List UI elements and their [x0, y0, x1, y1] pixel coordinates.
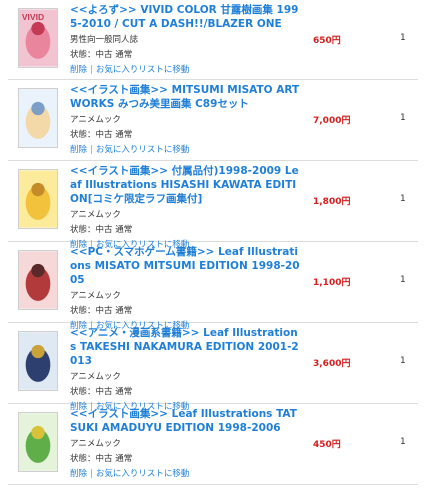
move-to-favorites-link[interactable]: お気に入りリストに移動	[96, 145, 190, 155]
item-price: 3,600円	[313, 359, 351, 369]
cover-art	[19, 332, 57, 390]
product-title-link[interactable]: <<よろず>> VIVID COLOR 甘露樹画集 1995-2010 / CU…	[70, 3, 300, 31]
product-category: アニメムック	[70, 372, 121, 382]
product-condition: 状態：中古 通常	[70, 50, 133, 60]
product-title-link[interactable]: <<PC・スマホゲーム書籍>> Leaf Illustrations MISAT…	[70, 245, 300, 287]
item-actions: 削除 | お気に入りリストに移動	[70, 145, 300, 156]
product-title-link[interactable]: <<アニメ・漫画系書籍>> Leaf Illustrations TAKESHI…	[70, 326, 300, 368]
item-info: <<アニメ・漫画系書籍>> Leaf Illustrations TAKESHI…	[70, 326, 300, 413]
action-separator: |	[90, 65, 93, 75]
cover-art	[19, 170, 57, 228]
product-title-link[interactable]: <<イラスト画集>> MITSUMI MISATO ART WORKS みつみ美…	[70, 83, 300, 111]
item-quantity: 1	[400, 437, 406, 447]
cart-item-row: <<イラスト画集>> 付属品付)1998-2009 Leaf Illustrat…	[8, 161, 418, 250]
cover-art	[19, 413, 57, 471]
cover-art	[19, 89, 57, 147]
cover-art	[19, 251, 57, 309]
product-thumbnail[interactable]	[18, 250, 58, 310]
item-price: 450円	[313, 440, 341, 450]
product-category: アニメムック	[70, 291, 121, 301]
product-category: 男性向一般同人誌	[70, 35, 139, 45]
item-price: 1,100円	[313, 278, 351, 288]
item-price: 1,800円	[313, 197, 351, 207]
action-separator: |	[90, 469, 93, 479]
delete-link[interactable]: 削除	[70, 65, 87, 75]
product-condition: 状態：中古 通常	[70, 130, 133, 140]
item-price: 7,000円	[313, 116, 351, 126]
cart-item-row: <<PC・スマホゲーム書籍>> Leaf Illustrations MISAT…	[8, 242, 418, 331]
item-quantity: 1	[400, 194, 406, 204]
cart-item-row: <<イラスト画集>> Leaf Illustrations TATSUKI AM…	[8, 404, 418, 485]
product-category: アニメムック	[70, 115, 121, 125]
product-condition: 状態：中古 通常	[70, 306, 133, 316]
item-quantity: 1	[400, 33, 406, 43]
cart-item-row: VIVID <<よろず>> VIVID COLOR 甘露樹画集 1995-201…	[8, 0, 418, 80]
cart-item-list: VIVID <<よろず>> VIVID COLOR 甘露樹画集 1995-201…	[0, 0, 424, 492]
product-condition: 状態：中古 通常	[70, 387, 133, 397]
product-condition: 状態：中古 通常	[70, 454, 133, 464]
cover-logo-text: VIVID	[22, 12, 44, 22]
product-title-link[interactable]: <<イラスト画集>> Leaf Illustrations TATSUKI AM…	[70, 407, 300, 435]
product-thumbnail[interactable]: VIVID	[18, 8, 58, 68]
delete-link[interactable]: 削除	[70, 469, 87, 479]
item-price: 650円	[313, 36, 341, 46]
item-quantity: 1	[400, 356, 406, 366]
product-condition: 状態：中古 通常	[70, 225, 133, 235]
product-thumbnail[interactable]	[18, 169, 58, 229]
product-category: アニメムック	[70, 439, 121, 449]
product-title-link[interactable]: <<イラスト画集>> 付属品付)1998-2009 Leaf Illustrat…	[70, 164, 300, 206]
cart-item-row: <<アニメ・漫画系書籍>> Leaf Illustrations TAKESHI…	[8, 323, 418, 412]
item-quantity: 1	[400, 275, 406, 285]
item-quantity: 1	[400, 113, 406, 123]
item-info: <<PC・スマホゲーム書籍>> Leaf Illustrations MISAT…	[70, 245, 300, 332]
item-info: <<よろず>> VIVID COLOR 甘露樹画集 1995-2010 / CU…	[70, 3, 300, 76]
item-actions: 削除 | お気に入りリストに移動	[70, 65, 300, 76]
move-to-favorites-link[interactable]: お気に入りリストに移動	[96, 65, 190, 75]
cover-art: VIVID	[19, 9, 57, 67]
action-separator: |	[90, 145, 93, 155]
product-thumbnail[interactable]	[18, 331, 58, 391]
item-info: <<イラスト画集>> 付属品付)1998-2009 Leaf Illustrat…	[70, 164, 300, 251]
product-thumbnail[interactable]	[18, 412, 58, 472]
item-actions: 削除 | お気に入りリストに移動	[70, 469, 300, 480]
delete-link[interactable]: 削除	[70, 145, 87, 155]
product-category: アニメムック	[70, 210, 121, 220]
cart-item-row: <<イラスト画集>> MITSUMI MISATO ART WORKS みつみ美…	[8, 80, 418, 161]
item-info: <<イラスト画集>> Leaf Illustrations TATSUKI AM…	[70, 407, 300, 480]
product-thumbnail[interactable]	[18, 88, 58, 148]
item-info: <<イラスト画集>> MITSUMI MISATO ART WORKS みつみ美…	[70, 83, 300, 156]
move-to-favorites-link[interactable]: お気に入りリストに移動	[96, 469, 190, 479]
